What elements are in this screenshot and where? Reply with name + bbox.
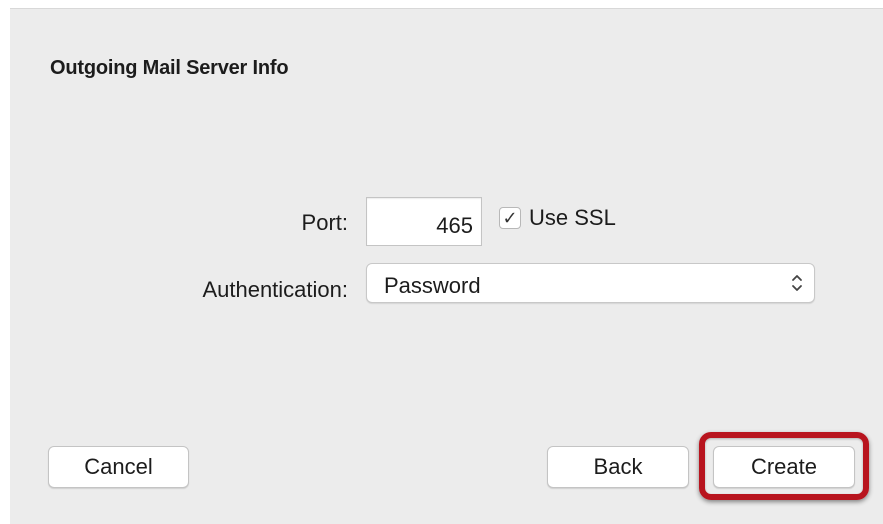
cancel-button[interactable]: Cancel (48, 446, 189, 488)
back-button[interactable]: Back (547, 446, 689, 488)
create-button[interactable]: Create (713, 446, 855, 488)
use-ssl-checkbox[interactable]: ✓ (499, 207, 521, 229)
authentication-label: Authentication: (202, 277, 348, 302)
authentication-select-value: Password (384, 273, 481, 298)
use-ssl-checkbox-row[interactable]: ✓ Use SSL (499, 205, 616, 231)
dialog-window: Outgoing Mail Server Info Port: ✓ Use SS… (10, 8, 883, 524)
use-ssl-label: Use SSL (529, 205, 616, 230)
checkmark-icon: ✓ (502, 208, 518, 228)
dialog-title: Outgoing Mail Server Info (50, 57, 289, 79)
authentication-select[interactable]: Password (366, 263, 815, 303)
updown-chevron-icon (792, 275, 802, 291)
port-field[interactable] (366, 197, 482, 246)
port-label: Port: (301, 210, 348, 235)
